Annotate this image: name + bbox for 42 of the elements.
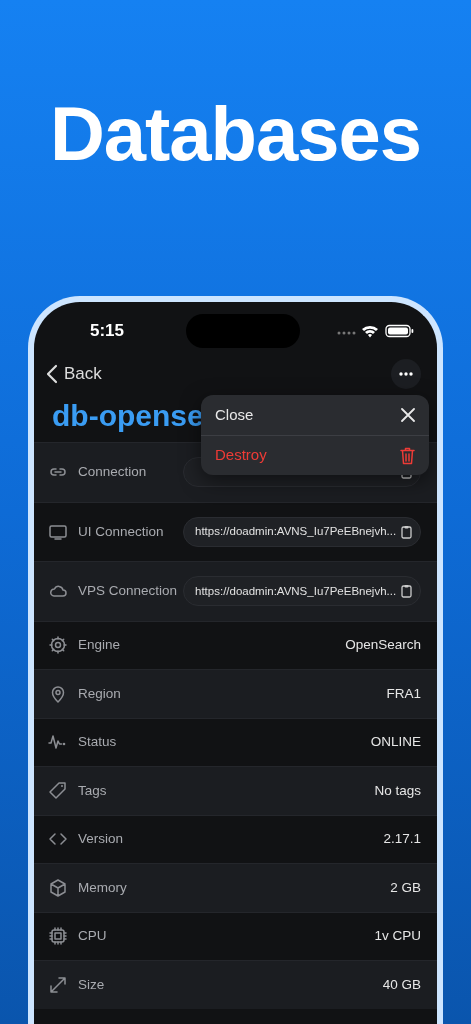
menu-item[interactable]: Close: [201, 395, 429, 435]
row-label: Version: [78, 830, 124, 849]
row-label: Status: [78, 733, 117, 752]
row-label: Memory: [78, 878, 127, 897]
close-icon: [401, 408, 415, 422]
row-value: 2.17.1: [383, 830, 421, 849]
back-button[interactable]: Back: [46, 361, 102, 387]
status-time: 5:15: [90, 320, 125, 343]
chevron-left-icon: [46, 364, 58, 384]
row-label: Region: [78, 684, 121, 703]
clipboard-icon[interactable]: [401, 584, 412, 599]
row-value: 1v CPU: [374, 927, 421, 946]
signal-icon: [337, 331, 356, 335]
resize-icon: [48, 974, 68, 995]
row-label: Size: [78, 975, 105, 994]
row-value: ONLINE: [370, 733, 421, 752]
clipboard-icon[interactable]: [401, 524, 412, 539]
gear-icon: [48, 635, 68, 656]
row-label: Connection: [78, 463, 147, 482]
row-label: CPU: [78, 927, 107, 946]
row-value: OpenSearch: [345, 636, 421, 655]
more-button[interactable]: [391, 359, 421, 389]
wifi-icon: [362, 325, 378, 338]
tag-icon: [48, 780, 68, 801]
row-label: Engine: [78, 636, 121, 655]
row-value: 2 GB: [390, 878, 421, 897]
trash-icon: [400, 446, 415, 465]
database-title: db-opense: [52, 398, 204, 434]
row-value: 40 GB: [382, 975, 421, 994]
cube-icon: [48, 877, 68, 898]
row-label: UI Connection: [78, 522, 164, 541]
row-label: VPS Connection: [78, 582, 178, 601]
row-value: No tags: [374, 781, 421, 800]
ellipsis-icon: [399, 372, 413, 376]
menu-item[interactable]: Destroy: [201, 435, 429, 475]
row-value: FRA1: [386, 684, 421, 703]
url-field[interactable]: https://doadmin:AVNS_Iu7PeEBnejvh...: [183, 516, 421, 547]
url-field[interactable]: https://doadmin:AVNS_Iu7PeEBnejvh...: [183, 576, 421, 607]
headline: Databases: [48, 90, 423, 178]
battery-icon: [385, 324, 414, 338]
row-label: Tags: [78, 781, 107, 800]
cpu-icon: [48, 926, 68, 947]
